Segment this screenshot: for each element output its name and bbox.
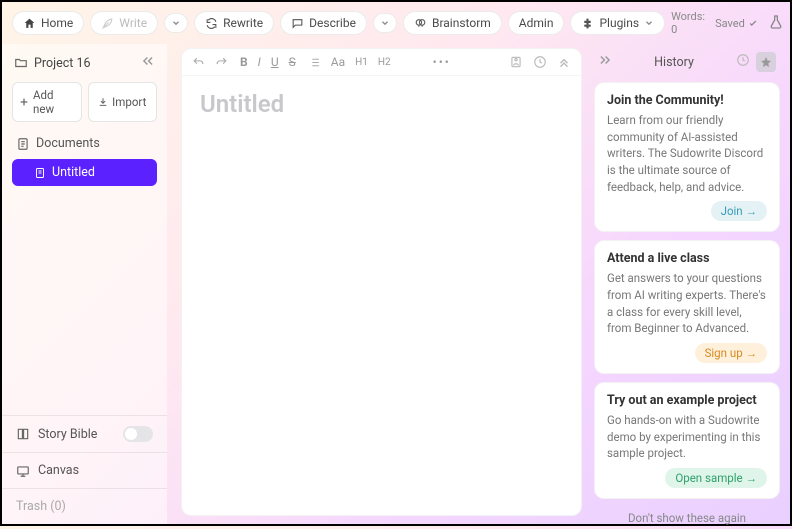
- plugin-icon: [581, 17, 594, 30]
- card-body: Learn from our friendly community of AI-…: [607, 112, 767, 195]
- redo-button[interactable]: [215, 56, 228, 69]
- card-title: Join the Community!: [607, 93, 767, 108]
- chevron-down-icon: [380, 18, 390, 28]
- document-title[interactable]: Untitled: [200, 90, 563, 118]
- import-button[interactable]: Import: [88, 82, 158, 122]
- feather-icon: [101, 17, 114, 30]
- documents-section[interactable]: Documents: [2, 130, 167, 157]
- example-card: Try out an example project Go hands-on w…: [594, 382, 780, 499]
- signup-button[interactable]: Sign up →: [695, 343, 767, 363]
- editor-column: B I U S Aa H1 H2 •••: [167, 44, 590, 524]
- top-status: Words: 0 Saved: [671, 10, 792, 36]
- home-icon: [23, 17, 36, 30]
- saved-status: Saved: [715, 17, 758, 30]
- h1-button[interactable]: H1: [355, 57, 368, 68]
- write-button[interactable]: Write: [90, 11, 158, 35]
- sidebar: Project 16 Add new Import Documents Unti…: [2, 44, 167, 524]
- card-title: Attend a live class: [607, 251, 767, 266]
- h2-button[interactable]: H2: [378, 57, 391, 68]
- history-title: History: [612, 55, 736, 70]
- editor-card: B I U S Aa H1 H2 •••: [181, 48, 582, 516]
- book-icon: [16, 427, 30, 441]
- focus-mode-icon[interactable]: [509, 55, 523, 69]
- card-title: Try out an example project: [607, 393, 767, 408]
- undo-button[interactable]: [192, 56, 205, 69]
- story-bible-row[interactable]: Story Bible: [2, 416, 167, 452]
- project-title[interactable]: Project 16: [14, 56, 91, 71]
- rewrite-icon: [205, 17, 218, 30]
- join-button[interactable]: Join →: [711, 201, 767, 221]
- describe-button[interactable]: Describe: [280, 11, 367, 35]
- home-label: Home: [41, 16, 73, 30]
- editor-body[interactable]: Untitled: [182, 76, 581, 132]
- chevron-down-icon: [171, 18, 181, 28]
- more-format-button[interactable]: •••: [433, 55, 451, 69]
- check-icon: [748, 18, 758, 28]
- history-clock-icon[interactable]: [533, 55, 547, 69]
- brain-icon: [414, 17, 427, 30]
- page-icon: [34, 167, 46, 179]
- add-new-button[interactable]: Add new: [12, 82, 82, 122]
- community-card: Join the Community! Learn from our frien…: [594, 82, 780, 232]
- bold-button[interactable]: B: [240, 55, 248, 69]
- underline-button[interactable]: U: [271, 55, 279, 69]
- describe-dropdown[interactable]: [373, 13, 397, 33]
- doc-item-untitled[interactable]: Untitled: [12, 159, 157, 186]
- words-counter: Words: 0: [671, 10, 705, 36]
- history-panel: History Join the Community! Learn from o…: [590, 44, 790, 524]
- plus-icon: [19, 97, 29, 107]
- trash-row[interactable]: Trash (0): [2, 488, 167, 524]
- chevron-down-icon: [644, 18, 654, 28]
- download-icon: [98, 97, 108, 107]
- card-body: Go hands-on with a Sudowrite demo by exp…: [607, 412, 767, 462]
- chat-icon: [291, 17, 304, 30]
- home-button[interactable]: Home: [12, 11, 84, 35]
- card-body: Get answers to your questions from AI wr…: [607, 270, 767, 337]
- canvas-icon: [16, 464, 30, 478]
- collapse-sidebar-icon[interactable]: [141, 54, 155, 72]
- documents-icon: [16, 137, 30, 151]
- brainstorm-button[interactable]: Brainstorm: [403, 11, 502, 35]
- list-button[interactable]: [308, 56, 321, 69]
- labs-icon[interactable]: [768, 14, 784, 33]
- plugins-button[interactable]: Plugins: [570, 11, 665, 35]
- brainstorm-label: Brainstorm: [432, 16, 491, 30]
- rewrite-button[interactable]: Rewrite: [194, 11, 274, 35]
- write-dropdown[interactable]: [164, 13, 188, 33]
- star-button[interactable]: [756, 52, 776, 72]
- rewrite-label: Rewrite: [223, 16, 263, 30]
- expand-history-icon[interactable]: [598, 53, 612, 71]
- describe-label: Describe: [309, 16, 356, 30]
- folder-icon: [14, 56, 28, 70]
- admin-button[interactable]: Admin: [508, 11, 565, 35]
- history-clock-small-icon[interactable]: [736, 53, 750, 71]
- canvas-row[interactable]: Canvas: [2, 452, 167, 488]
- plugins-label: Plugins: [599, 16, 639, 30]
- collapse-up-icon[interactable]: [557, 55, 571, 69]
- italic-button[interactable]: I: [258, 55, 261, 69]
- write-label: Write: [119, 16, 147, 30]
- open-sample-button[interactable]: Open sample →: [665, 468, 767, 488]
- top-toolbar: Home Write Rewrite Describe Brainstorm A…: [2, 2, 790, 44]
- text-style-button[interactable]: Aa: [331, 55, 345, 69]
- format-toolbar: B I U S Aa H1 H2 •••: [182, 49, 581, 76]
- star-icon: [760, 56, 772, 68]
- admin-label: Admin: [519, 16, 554, 30]
- strike-button[interactable]: S: [289, 55, 296, 69]
- class-card: Attend a live class Get answers to your …: [594, 240, 780, 374]
- story-bible-toggle[interactable]: [123, 426, 153, 442]
